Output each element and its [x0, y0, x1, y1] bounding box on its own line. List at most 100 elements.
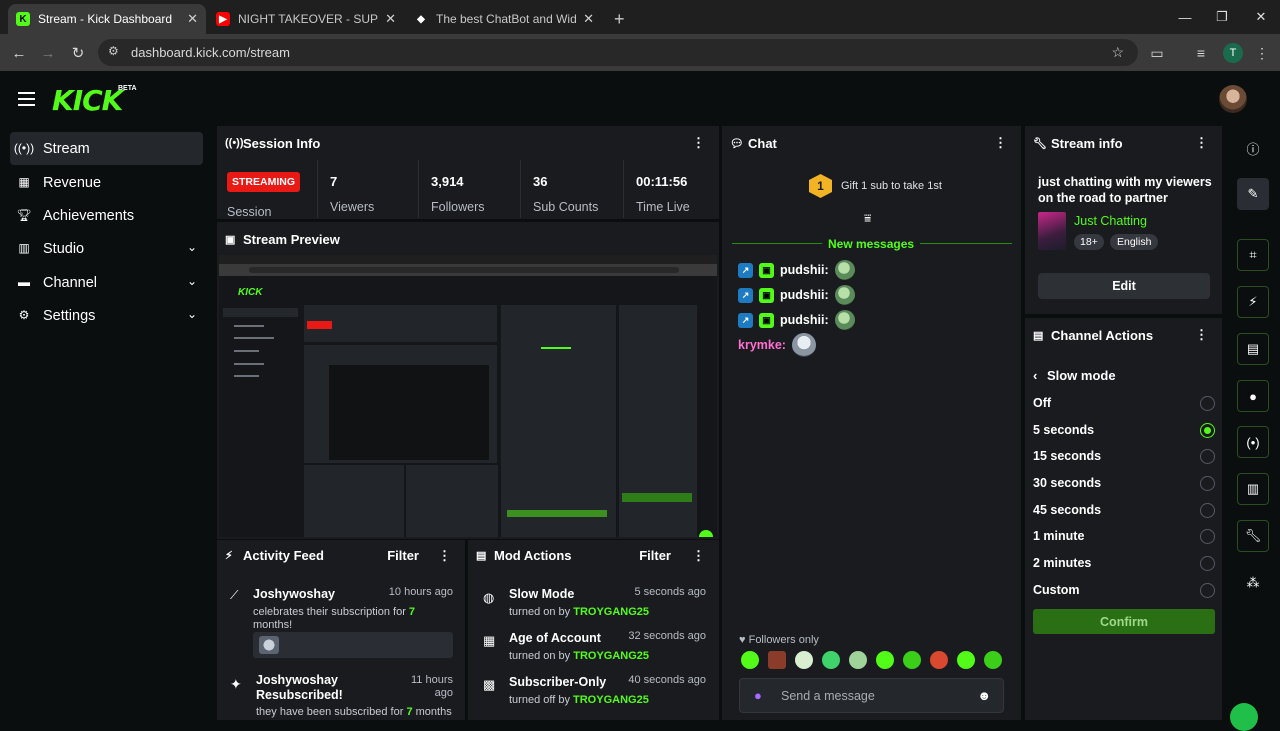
- broadcast-icon[interactable]: (•): [1237, 426, 1269, 458]
- pinned-icon[interactable]: ⩸: [864, 211, 871, 226]
- radio-button-selected[interactable]: [1200, 423, 1215, 438]
- pencil-icon[interactable]: ✎: [1237, 178, 1269, 210]
- sidebar-item-revenue[interactable]: ▦ Revenue: [10, 166, 203, 199]
- document-icon[interactable]: ▤: [1237, 333, 1269, 365]
- more-options-icon[interactable]: ⋮: [1195, 135, 1208, 151]
- emote-button[interactable]: [930, 651, 948, 669]
- sidebar-item-settings[interactable]: ⚙ Settings ⌄: [10, 299, 203, 332]
- back-icon[interactable]: ←: [8, 42, 30, 64]
- emoji-icon[interactable]: ☻: [977, 688, 991, 703]
- confirm-button[interactable]: Confirm: [1033, 609, 1215, 634]
- browser-profile-avatar[interactable]: T: [1223, 43, 1243, 63]
- browser-menu-icon[interactable]: ⋮: [1252, 43, 1272, 63]
- radio-button[interactable]: [1200, 583, 1215, 598]
- microphone-icon[interactable]: ●: [754, 688, 762, 703]
- slow-mode-option-2m[interactable]: 2 minutes: [1033, 551, 1218, 575]
- mod-action-item: Subscriber-Only 40 seconds ago turned of…: [509, 673, 706, 706]
- emote-button[interactable]: [849, 651, 867, 669]
- panel-title: Stream Preview: [243, 231, 340, 247]
- people-icon[interactable]: ⁂: [1237, 567, 1269, 599]
- panel-title: Stream info: [1051, 135, 1123, 151]
- close-tab-icon[interactable]: ✕: [385, 11, 396, 27]
- slow-mode-option-45s[interactable]: 45 seconds: [1033, 498, 1218, 522]
- chat-username[interactable]: pudshii:: [780, 313, 829, 327]
- radio-button[interactable]: [1200, 529, 1215, 544]
- support-chat-icon[interactable]: [1230, 703, 1258, 731]
- chat-username[interactable]: krymke:: [738, 338, 786, 352]
- url-field[interactable]: ⚙ dashboard.kick.com/stream ☆: [98, 39, 1138, 66]
- slow-mode-option-15s[interactable]: 15 seconds: [1033, 444, 1218, 468]
- chat-input[interactable]: ● Send a message ☻: [739, 678, 1004, 713]
- stat-label: Viewers: [330, 200, 375, 214]
- close-tab-icon[interactable]: ✕: [187, 11, 198, 27]
- kick-logo[interactable]: KICK: [52, 84, 123, 117]
- emote-button[interactable]: [957, 651, 975, 669]
- slow-mode-option-5s[interactable]: 5 seconds: [1033, 418, 1218, 442]
- close-window-icon[interactable]: ✕: [1242, 0, 1280, 34]
- slow-mode-option-30s[interactable]: 30 seconds: [1033, 471, 1218, 495]
- sidebar-item-channel[interactable]: ▬ Channel ⌄: [10, 266, 203, 299]
- slow-mode-option-custom[interactable]: Custom: [1033, 578, 1218, 602]
- more-options-icon[interactable]: ⋮: [994, 135, 1007, 151]
- edit-stream-info-button[interactable]: Edit: [1038, 273, 1210, 299]
- close-tab-icon[interactable]: ✕: [583, 11, 594, 27]
- more-options-icon[interactable]: ⋮: [438, 548, 451, 564]
- chat-username[interactable]: pudshii:: [780, 263, 829, 277]
- gift-sub-text[interactable]: Gift 1 sub to take 1st: [841, 180, 942, 192]
- radio-button[interactable]: [1200, 476, 1215, 491]
- info-icon[interactable]: ⓘ: [1237, 132, 1269, 164]
- activity-time: 10 hours ago: [388, 586, 453, 598]
- tab-kick-dashboard[interactable]: K Stream - Kick Dashboard ✕: [8, 4, 206, 34]
- slow-mode-option-1m[interactable]: 1 minute: [1033, 524, 1218, 548]
- slow-mode-back[interactable]: ‹ Slow mode: [1033, 368, 1116, 383]
- site-info-icon[interactable]: ⚙: [108, 44, 119, 58]
- forward-icon[interactable]: →: [37, 42, 59, 64]
- sidebar-item-studio[interactable]: ▥ Studio ⌄: [10, 232, 203, 265]
- chat-header: 💬︎ Chat ⋮: [722, 126, 1021, 160]
- more-options-icon[interactable]: ⋮: [1195, 327, 1208, 343]
- mod-action-time: 32 seconds ago: [628, 630, 706, 642]
- more-options-icon[interactable]: ⋮: [692, 548, 705, 564]
- radio-button[interactable]: [1200, 556, 1215, 571]
- activity-filter-button[interactable]: Filter: [387, 548, 419, 563]
- minimize-icon[interactable]: —: [1166, 0, 1204, 34]
- wrench-icon[interactable]: 🔧︎: [1237, 520, 1269, 552]
- emote-button[interactable]: [768, 651, 786, 669]
- cast-icon[interactable]: ▭: [1147, 43, 1167, 63]
- mod-filter-button[interactable]: Filter: [639, 548, 671, 563]
- slow-mode-option-off[interactable]: Off: [1033, 391, 1218, 415]
- chat-username[interactable]: pudshii:: [780, 288, 829, 302]
- media-control-icon[interactable]: ≡: [1191, 43, 1211, 63]
- scan-icon[interactable]: ⌗: [1237, 239, 1269, 271]
- radio-button[interactable]: [1200, 396, 1215, 411]
- stream-preview-video[interactable]: KICK: [219, 255, 717, 537]
- emote-button[interactable]: [741, 651, 759, 669]
- new-tab-button[interactable]: +: [606, 4, 628, 34]
- emote-button[interactable]: [984, 651, 1002, 669]
- category-link[interactable]: Just Chatting: [1074, 214, 1147, 228]
- reload-icon[interactable]: ↻: [67, 42, 89, 64]
- emote-button[interactable]: [876, 651, 894, 669]
- emote-button[interactable]: [903, 651, 921, 669]
- layout-icon[interactable]: ▥: [1237, 473, 1269, 505]
- emote-button[interactable]: [795, 651, 813, 669]
- category-thumbnail[interactable]: [1038, 212, 1066, 250]
- hamburger-menu-icon[interactable]: [18, 92, 35, 106]
- sidebar-item-achievements[interactable]: 🏆︎ Achievements: [10, 199, 203, 232]
- lightning-icon: ⚡︎: [225, 550, 233, 562]
- maximize-icon[interactable]: ❐: [1203, 0, 1241, 34]
- tab-youtube[interactable]: ▶ NIGHT TAKEOVER - SUPERBIKE ✕: [208, 4, 404, 34]
- chat-bubble-icon[interactable]: ●: [1237, 380, 1269, 412]
- user-avatar[interactable]: [1219, 85, 1247, 113]
- sidebar-item-stream[interactable]: ((•)) Stream: [10, 132, 203, 165]
- emote-button[interactable]: [822, 651, 840, 669]
- tab-chatbot[interactable]: ◆ The best ChatBot and Widgets ✕: [406, 4, 602, 34]
- more-options-icon[interactable]: ⋮: [692, 135, 705, 151]
- lightning-icon[interactable]: ⚡︎: [1237, 286, 1269, 318]
- preview-icon: ▣: [225, 234, 236, 246]
- bookmark-star-icon[interactable]: ☆: [1111, 44, 1124, 61]
- radio-button[interactable]: [1200, 449, 1215, 464]
- emote-image: [259, 636, 279, 654]
- diamond-icon: ◆: [417, 13, 425, 25]
- radio-button[interactable]: [1200, 503, 1215, 518]
